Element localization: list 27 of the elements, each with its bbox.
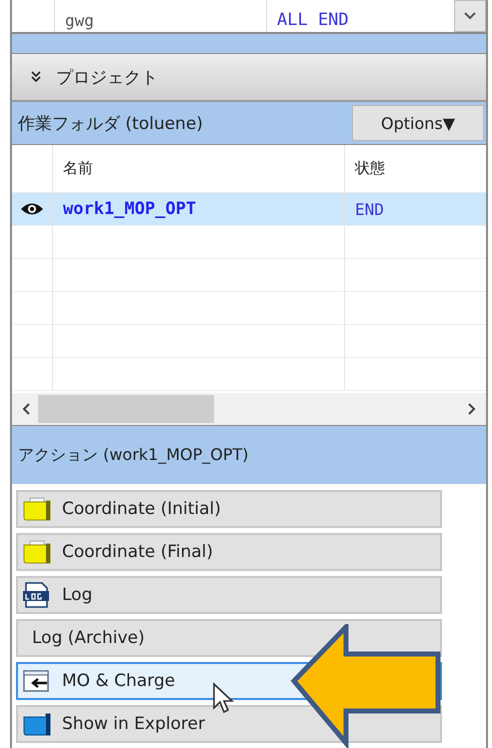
action-button[interactable]: Coordinate (Final) [16,533,442,571]
action-button[interactable]: Log (Archive) [16,619,442,657]
chevron-down-icon [464,12,476,20]
panel-title: 作業フォルダ (toluene) [18,112,203,134]
options-button[interactable]: Options▼ [352,105,484,141]
table-cell: work1_MOP_OPT [53,193,345,225]
log-file-icon [22,582,52,608]
scrollbar-thumb[interactable] [38,395,214,423]
column-header: 名前 [53,145,345,192]
section-header[interactable]: プロジェクト [12,54,486,102]
action-button[interactable]: Log [16,576,442,614]
section-title: プロジェクト [56,66,158,88]
mouse-cursor-icon [212,682,234,714]
horizontal-scrollbar[interactable] [12,393,486,425]
panel-title: アクション (work1_MOP_OPT) [18,444,249,466]
column-header: 状態 [354,158,386,179]
table-cell-text: ALL END [276,9,350,32]
table-cell: gwg [55,0,267,32]
table-row[interactable]: work1_MOP_OPT END [12,193,486,226]
folder-icon [22,540,52,564]
folder-icon [22,497,52,521]
table-cell-text: END [354,198,385,220]
folder-icon [22,712,52,736]
action-button[interactable]: Coordinate (Initial) [16,490,442,528]
chevron-left-icon [22,403,30,415]
scroll-down-button[interactable] [454,0,486,32]
chevron-right-icon [468,403,476,415]
